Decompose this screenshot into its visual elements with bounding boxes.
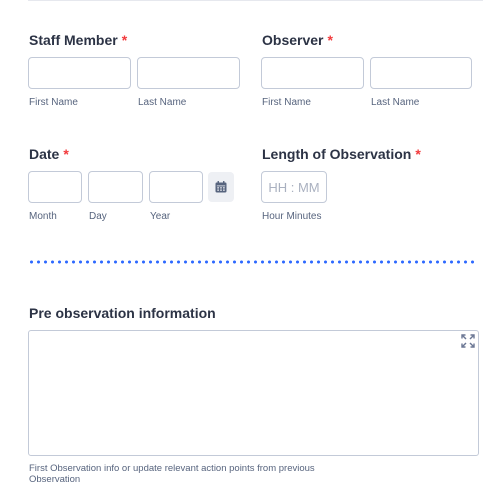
staff-first-name-input[interactable]: [28, 57, 131, 89]
observer-last-name-sublabel: Last Name: [371, 97, 420, 108]
date-day-sublabel: Day: [89, 211, 107, 222]
observer-first-name-input[interactable]: [261, 57, 364, 89]
required-mark: *: [121, 32, 128, 48]
required-mark: *: [63, 146, 69, 162]
length-of-observation-label: Length of Observation *: [262, 146, 421, 162]
top-divider: [28, 0, 483, 1]
observer-last-name-input[interactable]: [370, 57, 472, 89]
staff-member-label-text: Staff Member: [29, 32, 118, 48]
date-month-sublabel: Month: [29, 211, 57, 222]
observer-label-text: Observer: [262, 32, 324, 48]
date-label: Date *: [29, 146, 69, 162]
date-label-text: Date: [29, 146, 60, 162]
date-year-sublabel: Year: [150, 211, 171, 222]
section-divider: [28, 260, 474, 264]
observer-first-name-sublabel: First Name: [262, 97, 311, 108]
calendar-icon: [215, 181, 227, 193]
date-day-input[interactable]: [88, 171, 143, 203]
date-year-input[interactable]: [149, 171, 203, 203]
length-sublabel: Hour Minutes: [262, 211, 322, 222]
date-month-input[interactable]: [28, 171, 82, 203]
length-time-input[interactable]: HH : MM: [261, 171, 327, 203]
calendar-button[interactable]: [208, 172, 234, 202]
staff-last-name-input[interactable]: [137, 57, 240, 89]
pre-observation-label: Pre observation information: [29, 305, 216, 321]
staff-last-name-sublabel: Last Name: [138, 97, 187, 108]
expand-icon[interactable]: [461, 334, 475, 348]
length-label-text: Length of Observation: [262, 146, 412, 162]
staff-member-label: Staff Member *: [29, 32, 127, 48]
staff-first-name-sublabel: First Name: [29, 97, 78, 108]
pre-observation-textarea[interactable]: [28, 330, 479, 456]
required-mark: *: [327, 32, 333, 48]
observer-label: Observer *: [262, 32, 333, 48]
required-mark: *: [415, 146, 421, 162]
pre-observation-help-text: First Observation info or update relevan…: [29, 463, 315, 484]
